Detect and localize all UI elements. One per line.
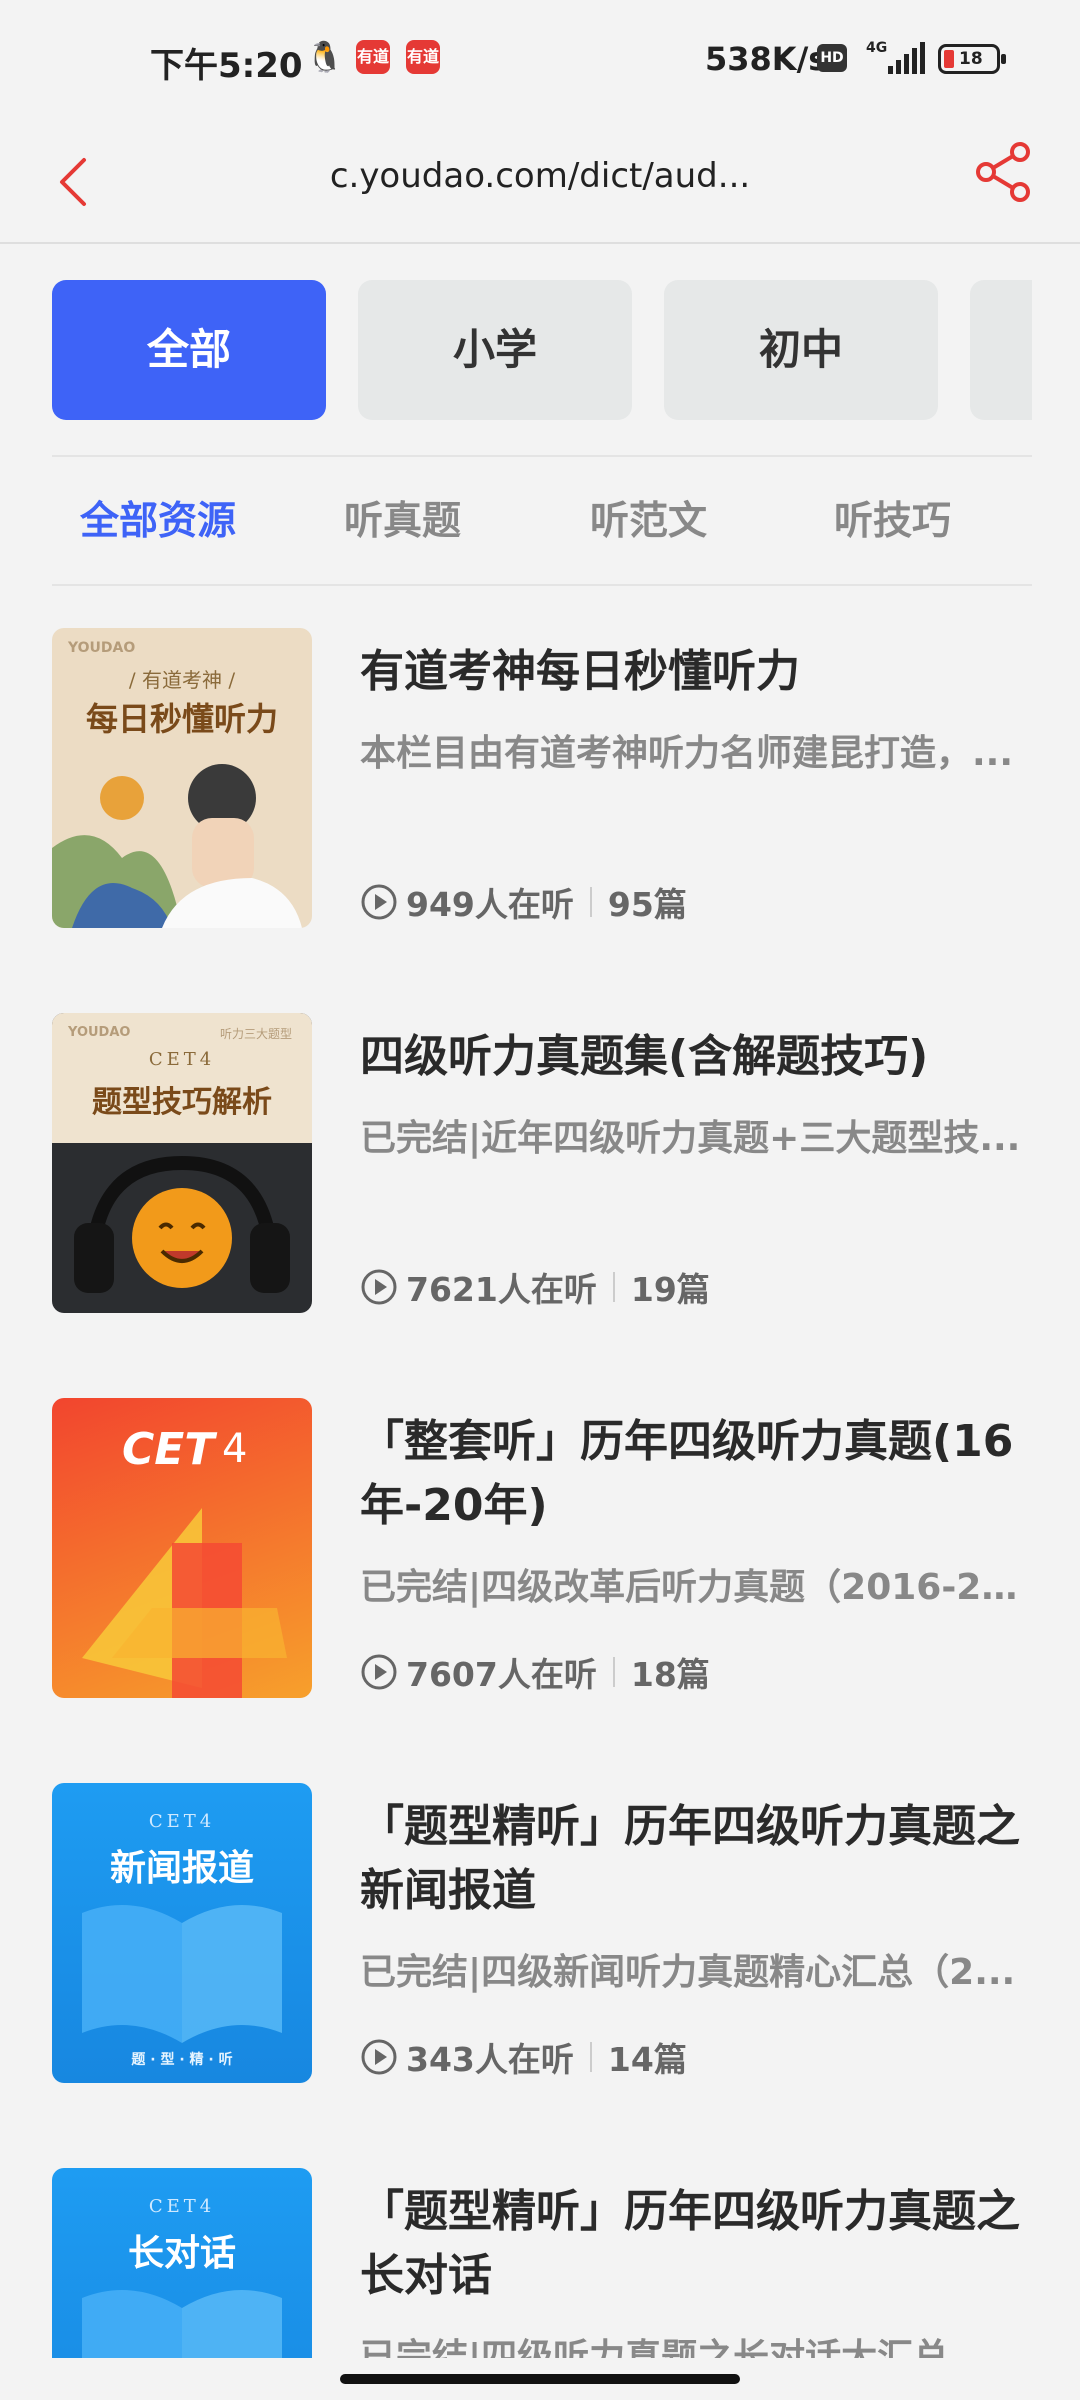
cover-footer: 题 · 型 · 精 · 听 [131, 2052, 233, 2068]
tab-skills[interactable]: 听技巧 [834, 490, 951, 546]
share-icon [976, 142, 1030, 202]
cover-illustration [52, 764, 302, 928]
youdao-app-icon-2: 有道 [406, 40, 440, 74]
listener-count: 7621人在听 [406, 1270, 597, 1309]
item-meta: 7621人在听 19篇 [360, 1263, 710, 1311]
item-title: 「题型精听」历年四级听力真题之新闻报道 [360, 1801, 1020, 1916]
item-description: 已完结|近年四级听力真题+三大题型技... [360, 1118, 1021, 1159]
cover-number: 4 [222, 1426, 248, 1472]
cover-title: 长对话 [127, 2232, 236, 2274]
play-icon [361, 1654, 397, 1690]
battery-level: 18 [959, 49, 983, 69]
tab-sample-essays[interactable]: 听范文 [590, 490, 707, 546]
cover-image: YOUDAO 听力三大题型 CET4 题型技巧解析 [52, 1013, 312, 1313]
cover-subtitle: CET4 [148, 1811, 216, 1832]
signal-label: 4G [866, 40, 887, 56]
list-item[interactable]: CET4 新闻报道 题 · 型 · 精 · 听 「题型精听」历年四级听力真题之新… [52, 1783, 1032, 2089]
category-junior[interactable]: 初中 [664, 280, 938, 420]
list-item[interactable]: CET4 长对话 「题型精听」历年四级听力真题之长对话 已完结|四级听力真题之长… [52, 2168, 1032, 2358]
cover-image: CET4 新闻报道 题 · 型 · 精 · 听 [52, 1783, 312, 2083]
cover-subtitle: CET4 [148, 2196, 216, 2217]
qq-icon: 🐧 [306, 40, 344, 75]
list-item[interactable]: YOUDAO 听力三大题型 CET4 题型技巧解析 四级听力真题集(含解题技巧)… [52, 1013, 1032, 1319]
cover-illustration [74, 1155, 290, 1293]
tab-real-tests[interactable]: 听真题 [344, 490, 461, 546]
back-button[interactable] [48, 140, 108, 224]
item-description: 已完结|四级听力真题之长对话大汇总 [360, 2337, 950, 2358]
divider [52, 584, 1032, 586]
category-primary[interactable]: 小学 [358, 280, 632, 420]
battery-icon: 18 [938, 44, 1006, 74]
episode-count: 19篇 [630, 1270, 710, 1309]
item-description: 已完结|四级新闻听力真题精心汇总（2... [360, 1952, 1016, 1993]
listener-count: 7607人在听 [406, 1655, 597, 1694]
list-item[interactable]: CET 4 「整套听」历年四级听力真题(16年-20年) 已完结|四级改革后听力… [52, 1398, 1032, 1704]
item-title: 「题型精听」历年四级听力真题之长对话 [360, 2186, 1020, 2301]
home-indicator[interactable] [340, 2374, 740, 2384]
cover-title: 新闻报道 [109, 1847, 254, 1889]
episode-count: 95篇 [607, 885, 687, 924]
play-icon [361, 1269, 397, 1305]
category-more[interactable] [970, 280, 1032, 420]
item-title: 「整套听」历年四级听力真题(16年-20年) [360, 1416, 1014, 1531]
list-item[interactable]: YOUDAO / 有道考神 / 每日秒懂听力 有道考神每日秒懂听力 本栏目由有道… [52, 628, 1032, 934]
resource-tabs: 全部资源 听真题 听范文 听技巧 [52, 480, 1032, 560]
cover-image: CET4 长对话 [52, 2168, 312, 2358]
listener-count: 343人在听 [406, 2040, 574, 2079]
status-time: 下午5:20 [150, 46, 303, 86]
divider [52, 455, 1032, 457]
page-url[interactable]: c.youdao.com/dict/aud... [160, 146, 920, 206]
share-button[interactable] [970, 138, 1038, 206]
item-meta: 7607人在听 18篇 [360, 1648, 710, 1696]
status-bar: 下午5:20 🐧 有道 有道 538K/s HD 4G 18 [0, 0, 1080, 120]
hd-icon: HD [817, 44, 847, 72]
tab-all-resources[interactable]: 全部资源 [80, 490, 236, 546]
item-title: 四级听力真题集(含解题技巧) [360, 1031, 929, 1082]
play-icon [361, 2039, 397, 2075]
cover-title: CET [122, 1424, 215, 1475]
net-speed: 538K/s [705, 40, 828, 78]
cover-image: YOUDAO / 有道考神 / 每日秒懂听力 [52, 628, 312, 928]
listener-count: 949人在听 [406, 885, 574, 924]
item-title: 有道考神每日秒懂听力 [360, 646, 800, 697]
category-tabs: 全部 小学 初中 [52, 280, 1032, 420]
cover-image: CET 4 [52, 1398, 312, 1698]
episode-count: 14篇 [607, 2040, 687, 2079]
item-description: 本栏目由有道考神听力名师建昆打造，... [360, 733, 1014, 774]
youdao-app-icon: 有道 [356, 40, 390, 74]
browser-nav-bar: c.youdao.com/dict/aud... [0, 120, 1080, 244]
item-description: 已完结|四级改革后听力真题（2016-20... [360, 1567, 1032, 1608]
signal-icon: 4G [866, 38, 930, 82]
category-all[interactable]: 全部 [52, 280, 326, 420]
item-meta: 949人在听 95篇 [360, 878, 687, 926]
episode-count: 18篇 [630, 1655, 710, 1694]
item-meta: 343人在听 14篇 [360, 2033, 687, 2081]
play-icon [361, 884, 397, 920]
back-arrow-icon [60, 158, 86, 206]
